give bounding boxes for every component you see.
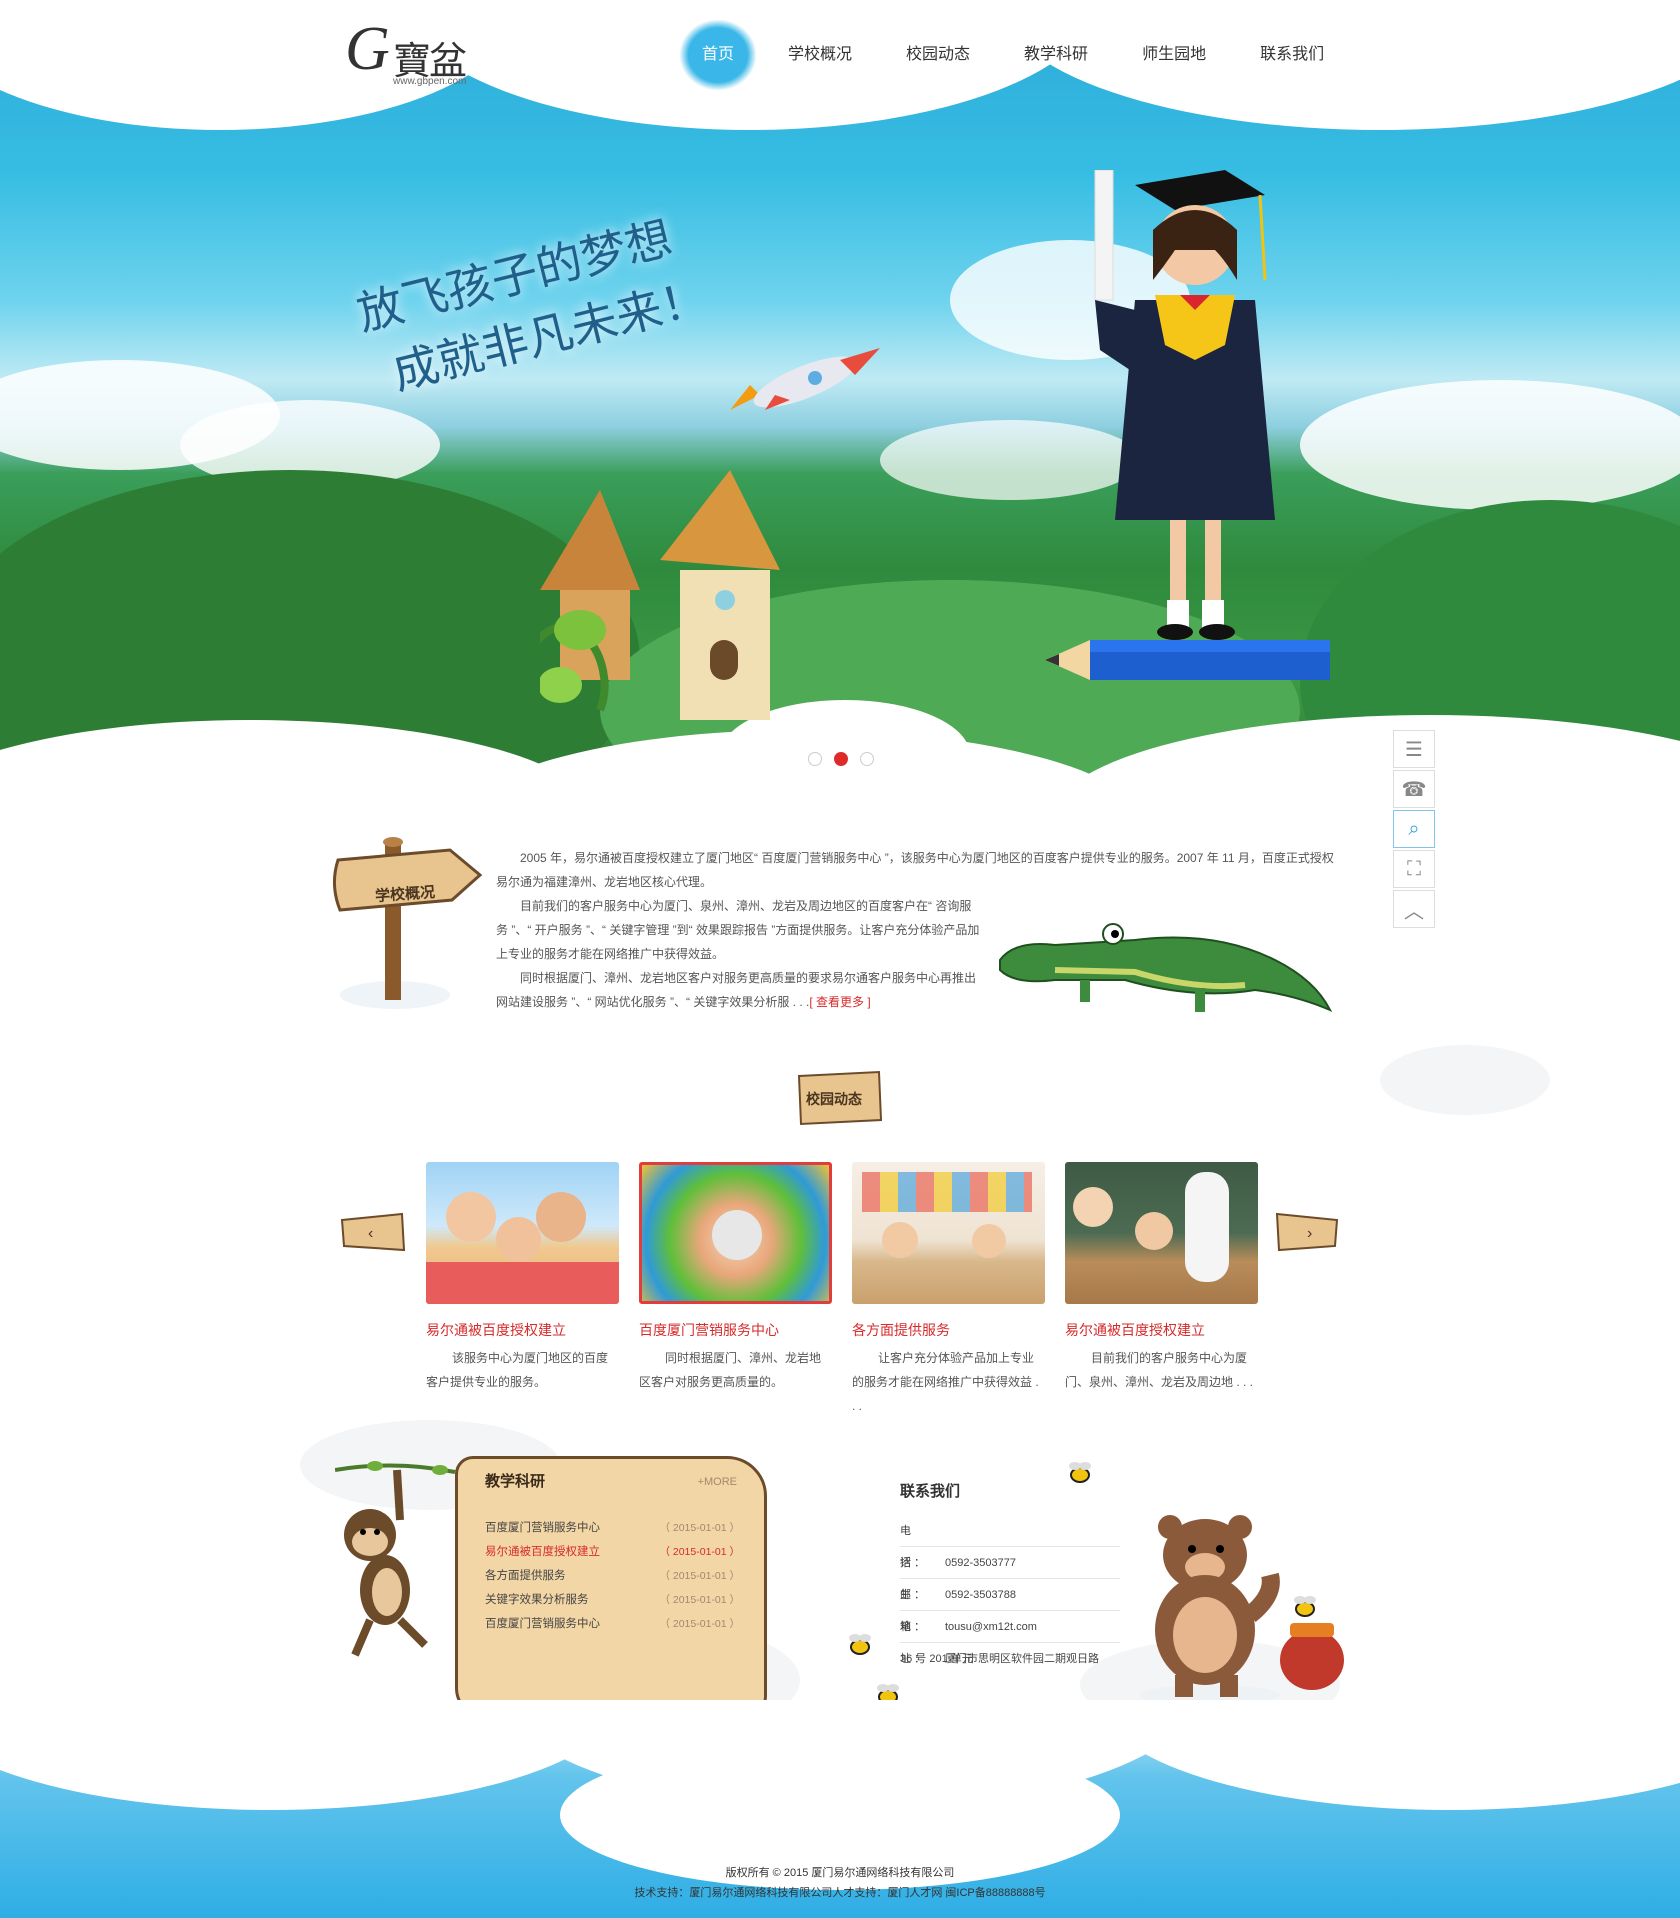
monkey-illustration <box>335 1461 456 1657</box>
carousel-prev-arrow[interactable]: ‹ <box>338 1210 408 1254</box>
scan-icon[interactable]: ⛶ <box>1393 850 1435 888</box>
contact-recruit-row: 招 生： 0592-3503788 <box>900 1547 1120 1601</box>
campus-news-label: 校园动态 <box>806 1091 862 1107</box>
contact-email-row: 邮 箱： tousu@xm12t.com <box>900 1579 1120 1633</box>
about-paragraph-3-text: 同时根据厦门、漳州、龙岩地区客户对服务更高质量的要求易尔通客户服务中心再推出网站… <box>496 971 977 1009</box>
fairy-house-illustration <box>540 470 780 720</box>
slide-dot-3[interactable] <box>860 752 874 766</box>
news-desc: 目前我们的客户服务中心为厦门、泉州、漳州、龙岩及周边地 . . . <box>1065 1351 1254 1389</box>
nav-teaching-research[interactable]: 教学科研 <box>1002 20 1110 90</box>
about-paragraph-1: 2005 年，易尔通被百度授权建立了厦门地区“ 百度厦门营销服务中心 ”，该服务… <box>496 851 1334 889</box>
site-header: G 寶盆 www.gbpen.com 首页 学校概况 校园动态 教学科研 师生园… <box>0 0 1680 150</box>
nav-home[interactable]: 首页 <box>680 20 757 90</box>
footer-line-2: 技术支持：厦门易尔通网络科技有限公司人才支持：厦门人才网 闽ICP备888888… <box>634 1887 1046 1899</box>
research-item-date: （ 2015-01-01 ） <box>659 1618 740 1630</box>
svg-text:›: › <box>1307 1225 1312 1242</box>
about-paragraph-2: 目前我们的客户服务中心为厦门、泉州、漳州、龙岩及周边地区的百度客户在“ 咨询服务… <box>496 899 980 961</box>
news-title[interactable]: 百度厦门营销服务中心 <box>639 1320 832 1340</box>
news-card[interactable]: 各方面提供服务 让客户充分体验产品加上专业的服务才能在网络推广中获得效益 . .… <box>852 1162 1045 1418</box>
campus-news-list: 易尔通被百度授权建立 该服务中心为厦门地区的百度客户提供专业的服务。 百度厦门营… <box>426 1162 1258 1418</box>
news-title[interactable]: 各方面提供服务 <box>852 1320 1045 1340</box>
news-desc: 同时根据厦门、漳州、龙岩地区客户对服务更高质量的。 <box>639 1351 822 1389</box>
about-paragraph-3: 同时根据厦门、漳州、龙岩地区客户对服务更高质量的要求易尔通客户服务中心再推出网站… <box>496 966 982 1014</box>
crocodile-illustration <box>999 923 1333 1012</box>
read-more-link[interactable]: [ 查看更多 ] <box>809 995 870 1009</box>
list-icon[interactable]: ☰ <box>1393 730 1435 768</box>
news-image-kids-playing[interactable] <box>852 1162 1045 1304</box>
svg-text:‹: ‹ <box>368 1225 373 1242</box>
research-item-label[interactable]: 百度厦门营销服务中心 <box>485 1612 600 1636</box>
phone-icon[interactable]: ☎ <box>1393 770 1435 808</box>
nav-school-overview[interactable]: 学校概况 <box>766 20 874 90</box>
rocket-illustration <box>730 348 880 410</box>
news-desc: 该服务中心为厦门地区的百度客户提供专业的服务。 <box>426 1351 609 1389</box>
research-item[interactable]: 各方面提供服务 （ 2015-01-01 ） <box>485 1564 740 1588</box>
nav-teacher-student[interactable]: 师生园地 <box>1120 20 1228 90</box>
news-image-kids-group[interactable] <box>426 1162 619 1304</box>
contact-info: 联系我们 电 话： 0592-3503777 招 生： 0592-3503788 邮… <box>900 1480 1120 1675</box>
side-toolbar: ☰ ☎ ⌕ ⛶ ︿ <box>1393 730 1435 930</box>
research-list: 百度厦门营销服务中心 （ 2015-01-01 ） 易尔通被百度授权建立 （ 201… <box>485 1516 740 1636</box>
bear-illustration <box>1140 1515 1344 1705</box>
research-item[interactable]: 关键字效果分析服务 （ 2015-01-01 ） <box>485 1588 740 1612</box>
news-image-kids-circle[interactable] <box>639 1162 832 1304</box>
back-to-top-icon[interactable]: ︿ <box>1393 890 1435 928</box>
logo-url: www.gbpen.com <box>393 76 467 87</box>
news-card[interactable]: 易尔通被百度授权建立 该服务中心为厦门地区的百度客户提供专业的服务。 <box>426 1162 619 1418</box>
research-item-date: （ 2015-01-01 ） <box>659 1522 740 1534</box>
contact-address-row: 地 址： 厦门市思明区软件园二期观日路 <box>900 1611 1120 1665</box>
site-logo[interactable]: G 寶盆 www.gbpen.com <box>345 15 495 88</box>
research-item-label[interactable]: 易尔通被百度授权建立 <box>485 1540 600 1564</box>
news-image-classroom[interactable] <box>1065 1162 1258 1304</box>
slider-pagination <box>808 752 874 766</box>
carousel-next-arrow[interactable]: › <box>1273 1210 1343 1254</box>
slide-dot-1[interactable] <box>808 752 822 766</box>
teaching-research-board: 教学科研 +MORE 百度厦门营销服务中心 （ 2015-01-01 ） 易尔通被… <box>455 1456 767 1718</box>
news-title[interactable]: 易尔通被百度授权建立 <box>426 1320 619 1340</box>
research-item-date: （ 2015-01-01 ） <box>659 1570 740 1582</box>
research-item[interactable]: 百度厦门营销服务中心 （ 2015-01-01 ） <box>485 1516 740 1540</box>
research-item-date: （ 2015-01-01 ） <box>659 1594 740 1606</box>
contact-title: 联系我们 <box>900 1483 961 1500</box>
slide-dot-2[interactable] <box>834 752 848 766</box>
research-title: 教学科研 <box>485 1473 546 1490</box>
school-overview-sign <box>333 837 483 1009</box>
research-item-label[interactable]: 各方面提供服务 <box>485 1564 566 1588</box>
research-item-label[interactable]: 关键字效果分析服务 <box>485 1588 589 1612</box>
contact-phone-row: 电 话： 0592-3503777 <box>900 1515 1120 1569</box>
pencil-illustration <box>1045 640 1330 680</box>
research-item-label[interactable]: 百度厦门营销服务中心 <box>485 1516 600 1540</box>
bee-icon <box>849 1634 871 1655</box>
research-more-link[interactable]: +MORE <box>698 1476 737 1488</box>
graduate-girl-photo <box>1075 169 1285 660</box>
footer-copyright: 版权所有 © 2015 厦门易尔通网络科技有限公司 技术支持：厦门易尔通网络科技… <box>0 1863 1680 1903</box>
nav-contact[interactable]: 联系我们 <box>1238 20 1346 90</box>
news-title[interactable]: 易尔通被百度授权建立 <box>1065 1320 1258 1340</box>
news-desc: 让客户充分体验产品加上专业的服务才能在网络推广中获得效益 . . . <box>852 1351 1039 1413</box>
search-icon[interactable]: ⌕ <box>1393 810 1435 848</box>
research-item[interactable]: 易尔通被百度授权建立 （ 2015-01-01 ） <box>485 1540 740 1564</box>
nav-campus-news[interactable]: 校园动态 <box>884 20 992 90</box>
school-overview-label: 学校概况 <box>374 883 436 906</box>
address-value-2: 36 号 201 单元 <box>900 1653 973 1665</box>
news-card[interactable]: 百度厦门营销服务中心 同时根据厦门、漳州、龙岩地区客户对服务更高质量的。 <box>639 1162 832 1418</box>
news-card[interactable]: 易尔通被百度授权建立 目前我们的客户服务中心为厦门、泉州、漳州、龙岩及周边地 .… <box>1065 1162 1258 1418</box>
logo-letter: G <box>345 15 390 83</box>
research-item-date: （ 2015-01-01 ） <box>659 1546 740 1558</box>
footer-line-1: 版权所有 © 2015 厦门易尔通网络科技有限公司 <box>725 1867 955 1879</box>
main-nav: 首页 学校概况 校园动态 教学科研 师生园地 联系我们 <box>680 20 1346 90</box>
research-item[interactable]: 百度厦门营销服务中心 （ 2015-01-01 ） <box>485 1612 740 1636</box>
